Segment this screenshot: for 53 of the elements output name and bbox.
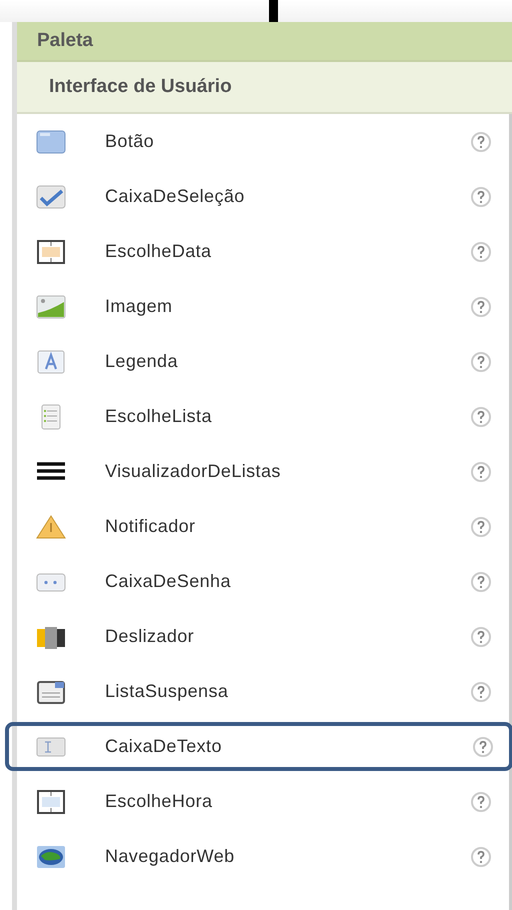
item-label: Notificador <box>105 516 196 537</box>
palette-item[interactable]: CaixaDeSenha <box>17 554 509 609</box>
help-icon[interactable] <box>470 130 492 152</box>
item-label: VisualizadorDeListas <box>105 461 282 482</box>
palette-item[interactable]: Botão <box>17 114 509 169</box>
item-label: Legenda <box>105 351 179 372</box>
help-icon[interactable] <box>470 846 492 868</box>
calendar-icon <box>35 238 67 266</box>
palette-item[interactable]: EscolheData <box>17 224 509 279</box>
letter-icon <box>35 348 67 376</box>
item-label: EscolheData <box>105 241 212 262</box>
palette-item[interactable]: VisualizadorDeListas <box>17 444 509 499</box>
palette-item[interactable]: CaixaDeSeleção <box>17 169 509 224</box>
palette-item[interactable]: ListaSuspensa <box>17 664 509 719</box>
help-icon[interactable] <box>470 570 492 592</box>
item-label: CaixaDeSenha <box>105 571 232 592</box>
palette-item[interactable]: Legenda <box>17 334 509 389</box>
help-icon[interactable] <box>470 240 492 262</box>
item-label: Botão <box>105 131 156 152</box>
palette-item[interactable]: EscolheLista <box>17 389 509 444</box>
item-label: NavegadorWeb <box>105 846 236 867</box>
warning-icon <box>35 512 67 540</box>
item-label: EscolheLista <box>105 406 213 427</box>
palette-title: Paleta <box>37 30 93 52</box>
button-icon <box>35 128 67 156</box>
palette-item[interactable]: NavegadorWeb <box>17 829 509 884</box>
help-icon[interactable] <box>470 296 492 318</box>
palette-item[interactable]: EscolheHora <box>17 774 509 829</box>
help-icon[interactable] <box>470 460 492 482</box>
pointer-mark <box>268 0 278 22</box>
item-label: EscolheHora <box>105 791 214 812</box>
help-icon[interactable] <box>470 516 492 538</box>
palette-item[interactable]: Deslizador <box>17 609 509 664</box>
help-icon[interactable] <box>470 406 492 428</box>
item-label: CaixaDeTexto <box>105 736 223 757</box>
item-label: Deslizador <box>105 626 196 647</box>
clock-box-icon <box>35 788 67 816</box>
help-icon[interactable] <box>470 186 492 208</box>
help-icon[interactable] <box>472 736 494 758</box>
help-icon[interactable] <box>470 680 492 702</box>
section-title: Interface de Usuário <box>49 76 232 98</box>
help-icon[interactable] <box>470 350 492 372</box>
help-icon[interactable] <box>470 626 492 648</box>
item-label: CaixaDeSeleção <box>105 186 246 207</box>
palette-item[interactable]: Notificador <box>17 499 509 554</box>
checkmark-icon <box>35 182 67 210</box>
item-label: ListaSuspensa <box>105 681 230 702</box>
item-label: Imagem <box>105 296 174 317</box>
palette-item[interactable]: Imagem <box>17 279 509 334</box>
palette-item[interactable]: CaixaDeTexto <box>5 722 512 771</box>
section-header[interactable]: Interface de Usuário <box>17 62 512 114</box>
image-icon <box>35 292 67 320</box>
help-icon[interactable] <box>470 790 492 812</box>
